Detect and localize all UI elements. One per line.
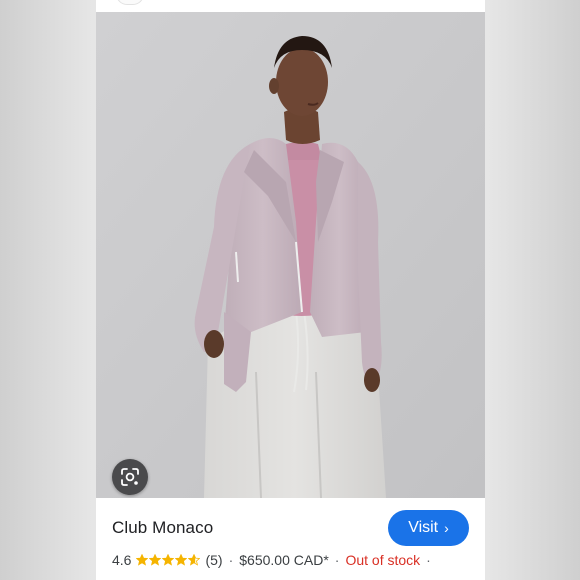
visit-button-label: Visit bbox=[408, 519, 439, 536]
price: $650.00 CAD* bbox=[239, 552, 329, 568]
product-photo-illustration bbox=[96, 12, 485, 498]
product-image[interactable] bbox=[96, 12, 485, 498]
star-icon bbox=[149, 554, 162, 566]
chevron-right-icon: › bbox=[444, 520, 449, 536]
product-info-panel: Club Monaco Visit › 4.6 (5) · $650.00 CA… bbox=[96, 498, 485, 580]
separator: · bbox=[334, 552, 340, 568]
star-icon bbox=[136, 554, 149, 566]
star-icon bbox=[175, 554, 188, 566]
separator: · bbox=[228, 552, 234, 568]
merchant-name[interactable]: Club Monaco bbox=[112, 518, 213, 538]
card-top-edge bbox=[96, 0, 485, 12]
google-lens-button[interactable] bbox=[112, 459, 148, 495]
stock-status: Out of stock bbox=[345, 552, 421, 568]
star-icon bbox=[162, 554, 175, 566]
previous-card-edge bbox=[116, 0, 144, 5]
google-lens-icon bbox=[121, 468, 139, 486]
product-meta-row: 4.6 (5) · $650.00 CAD* · Out of stock · bbox=[112, 552, 437, 568]
review-count: (5) bbox=[205, 552, 223, 568]
rating-value: 4.6 bbox=[112, 552, 132, 568]
visit-button[interactable]: Visit › bbox=[388, 510, 469, 546]
screen: Club Monaco Visit › 4.6 (5) · $650.00 CA… bbox=[0, 0, 580, 580]
star-rating bbox=[136, 554, 201, 566]
star-icon bbox=[188, 554, 201, 566]
product-result-card[interactable]: Club Monaco Visit › 4.6 (5) · $650.00 CA… bbox=[96, 0, 485, 580]
separator: · bbox=[426, 552, 431, 568]
